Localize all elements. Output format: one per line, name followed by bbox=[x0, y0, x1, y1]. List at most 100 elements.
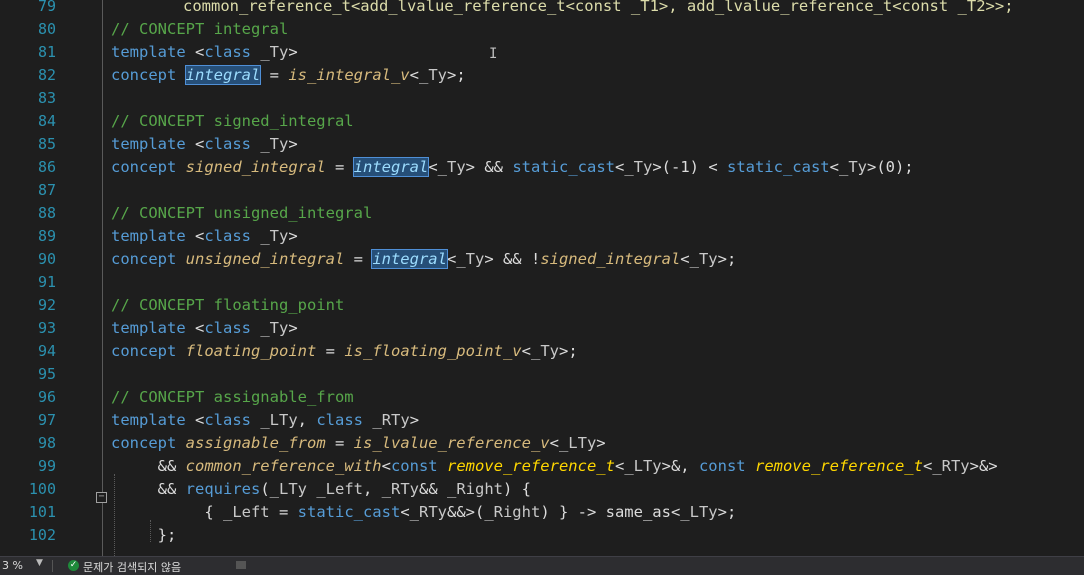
status-bar: 3 % ▼ ✓ 문제가 검색되지 않음 bbox=[0, 556, 1084, 575]
code-line[interactable]: 86 concept signed_integral = integral<_Ty… bbox=[0, 156, 1084, 179]
code-line[interactable]: 81 template <class _Ty> bbox=[0, 41, 1084, 64]
code-token: _Left bbox=[316, 480, 363, 498]
code-token: && bbox=[111, 457, 186, 475]
code-token: is_integral_v bbox=[288, 66, 410, 84]
line-number: 81 bbox=[37, 43, 56, 61]
code-token: < bbox=[185, 43, 205, 61]
code-line[interactable]: 80 // CONCEPT integral bbox=[0, 18, 1084, 41]
code-text: // CONCEPT signed_integral bbox=[111, 110, 354, 133]
code-line[interactable]: 95 bbox=[0, 363, 1084, 386]
code-line[interactable]: 100 && requires(_LTy _Left, _RTy&& _Righ… bbox=[0, 478, 1084, 501]
code-token: ) } -> same_as< bbox=[540, 503, 681, 521]
code-line[interactable]: 91 bbox=[0, 271, 1084, 294]
code-token: < bbox=[829, 158, 839, 176]
code-line[interactable]: 88 // CONCEPT unsigned_integral bbox=[0, 202, 1084, 225]
code-token: template bbox=[111, 227, 186, 245]
code-line[interactable]: 94 concept floating_point = is_floating_p… bbox=[0, 340, 1084, 363]
code-token: remove_reference_t bbox=[446, 457, 615, 475]
code-text: concept floating_point = is_floating_poi… bbox=[111, 340, 578, 363]
line-number: 100 bbox=[28, 480, 56, 498]
code-line[interactable]: 83 bbox=[0, 87, 1084, 110]
code-token: _LTy bbox=[558, 434, 597, 452]
code-line[interactable]: 99 && common_reference_with<const remove… bbox=[0, 455, 1084, 478]
code-line[interactable]: 85 template <class _Ty> bbox=[0, 133, 1084, 156]
line-number: 91 bbox=[37, 273, 56, 291]
code-token: class bbox=[204, 411, 251, 429]
code-token: concept bbox=[111, 250, 177, 268]
code-text: template <class _LTy, class _RTy> bbox=[111, 409, 419, 432]
code-token: signed_integral bbox=[185, 158, 326, 176]
code-line[interactable]: 96 // CONCEPT assignable_from bbox=[0, 386, 1084, 409]
collapse-toggle-icon[interactable]: − bbox=[96, 492, 107, 503]
code-token: = bbox=[260, 66, 289, 84]
issues-status[interactable]: 문제가 검색되지 않음 bbox=[83, 559, 181, 575]
code-line[interactable]: 97 template <class _LTy, class _RTy> bbox=[0, 409, 1084, 432]
code-token: _LTy bbox=[680, 503, 718, 521]
code-token: < bbox=[185, 135, 205, 153]
code-token: _Ty bbox=[530, 342, 559, 360]
code-line[interactable]: 89 template <class _Ty> bbox=[0, 225, 1084, 248]
code-token: // CONCEPT signed_integral bbox=[111, 112, 354, 130]
check-circle-icon[interactable]: ✓ bbox=[68, 560, 79, 571]
code-line[interactable]: 90 concept unsigned_integral = integral<_… bbox=[0, 248, 1084, 271]
scrollbar-thumb[interactable] bbox=[236, 561, 246, 569]
code-line[interactable]: 79 common_reference_t<add_lvalue_referenc… bbox=[0, 0, 1084, 18]
code-text: && common_reference_with<const remove_re… bbox=[111, 455, 998, 478]
line-number: 80 bbox=[37, 20, 56, 38]
code-token: common_reference_t<add_lvalue_reference_… bbox=[183, 0, 1014, 15]
separator bbox=[52, 560, 53, 572]
code-token: template bbox=[111, 43, 186, 61]
text-cursor-icon: I bbox=[489, 46, 498, 62]
code-token: remove_reference_t bbox=[754, 457, 923, 475]
code-token: _Ty bbox=[689, 250, 718, 268]
code-token: < bbox=[185, 227, 205, 245]
code-text: template <class _Ty> bbox=[111, 225, 298, 248]
code-text: template <class _Ty> bbox=[111, 133, 298, 156]
code-line[interactable]: 87 bbox=[0, 179, 1084, 202]
code-line[interactable]: 82 concept integral = is_integral_v<_Ty>; bbox=[0, 64, 1084, 87]
code-line[interactable]: 92 // CONCEPT floating_point bbox=[0, 294, 1084, 317]
zoom-level[interactable]: 3 % bbox=[2, 559, 23, 572]
code-token: static_cast bbox=[512, 158, 615, 176]
code-token: template bbox=[111, 411, 186, 429]
line-number: 98 bbox=[37, 434, 56, 452]
line-number: 79 bbox=[37, 0, 56, 15]
code-token: > bbox=[288, 227, 298, 245]
code-token: < bbox=[446, 250, 457, 268]
code-token: >(0); bbox=[866, 158, 914, 176]
chevron-down-icon[interactable]: ▼ bbox=[36, 558, 43, 568]
code-token: class bbox=[204, 227, 251, 245]
code-line[interactable]: 98 concept assignable_from = is_lvalue_re… bbox=[0, 432, 1084, 455]
code-text: // CONCEPT assignable_from bbox=[111, 386, 354, 409]
line-number: 94 bbox=[37, 342, 56, 360]
line-number: 96 bbox=[37, 388, 56, 406]
code-text: concept integral = is_integral_v<_Ty>; bbox=[111, 64, 466, 87]
code-token: class bbox=[316, 411, 364, 429]
code-text: template <class _Ty> bbox=[111, 317, 298, 340]
line-number: 88 bbox=[37, 204, 56, 222]
code-token: common_reference_with bbox=[185, 457, 382, 475]
line-number: 99 bbox=[37, 457, 56, 475]
code-line[interactable]: 93 template <class _Ty> bbox=[0, 317, 1084, 340]
code-text: { _Left = static_cast<_RTy&&>(_Right) } … bbox=[111, 501, 736, 524]
code-token: _Right bbox=[447, 480, 503, 498]
code-token: _LTy bbox=[269, 480, 307, 498]
code-line[interactable]: 102 }; bbox=[0, 524, 1084, 547]
line-number: 97 bbox=[37, 411, 56, 429]
code-token: template bbox=[111, 135, 186, 153]
code-line[interactable]: 101 { _Left = static_cast<_RTy&&>(_Right… bbox=[0, 501, 1084, 524]
code-token: >; bbox=[447, 66, 466, 84]
code-token: > bbox=[288, 43, 298, 61]
code-text: concept signed_integral = integral<_Ty> … bbox=[111, 156, 914, 179]
code-editor[interactable]: 79 common_reference_t<add_lvalue_referenc… bbox=[0, 0, 1084, 556]
code-line[interactable]: 84 // CONCEPT signed_integral bbox=[0, 110, 1084, 133]
